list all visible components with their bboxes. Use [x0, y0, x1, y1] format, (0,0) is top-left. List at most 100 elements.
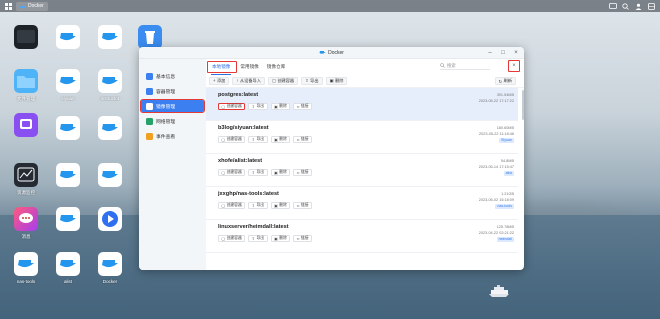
sidebar-item-events[interactable]: 事件查看 — [141, 130, 204, 142]
image-list: postgres:latest ▢ 创建容器 ⇧ 导出 ▣ 删除 ∞ 链接 391.54… — [206, 88, 518, 270]
desktop-app-docker-5[interactable] — [98, 25, 122, 49]
row-delete-button[interactable]: ▣ 删除 — [270, 169, 291, 176]
tab-common-images[interactable]: 常用镜像 — [239, 62, 259, 72]
desktop-app-instructor[interactable] — [98, 69, 122, 93]
row-delete-button[interactable]: ▣ 删除 — [270, 202, 291, 209]
taskbar-app-docker[interactable]: Docker — [16, 1, 48, 11]
search-input[interactable]: 搜索 — [440, 62, 490, 70]
row-delete-button[interactable]: ▣ 删除 — [270, 136, 291, 143]
row-link-button[interactable]: ∞ 链接 — [293, 202, 313, 209]
tab-image-registry[interactable]: 镜像仓库 — [266, 62, 286, 72]
image-name: xhofe/alist:latest — [218, 158, 263, 164]
row-link-button[interactable]: ∞ 链接 — [293, 103, 313, 110]
image-date: 2023-04-22 02:21:22 — [478, 231, 514, 235]
desktop-app-video[interactable] — [14, 113, 38, 137]
row-create-container-label: 创建容器 — [226, 137, 242, 141]
export-icon: ⇧ — [251, 171, 255, 175]
row-delete-button[interactable]: ▣ 删除 — [270, 235, 291, 242]
row-export-label: 导出 — [256, 104, 265, 108]
close-icon[interactable]: × — [508, 60, 520, 72]
desktop-app-docker-7[interactable] — [98, 163, 122, 187]
row-link-button[interactable]: ∞ 链接 — [293, 136, 313, 143]
top-taskbar: Docker — [0, 0, 660, 12]
desktop-app-files[interactable] — [14, 69, 38, 93]
row-delete-label: 删除 — [279, 170, 287, 174]
row-delete-button[interactable]: ▣ 删除 — [270, 103, 291, 110]
tab-local-images[interactable]: 本地镜像 — [211, 62, 232, 75]
maximize-icon[interactable]: □ — [499, 49, 507, 57]
export-icon: ⇧ — [251, 237, 255, 241]
row-create-container-button[interactable]: ▢ 创建容器 — [218, 136, 246, 143]
close-icon[interactable]: × — [512, 49, 520, 57]
table-row[interactable]: b3log/siyuan:latest ▢ 创建容器 ⇧ 导出 ▣ 删除 ∞ 链接 18… — [206, 121, 518, 154]
window-titlebar[interactable]: Docker – □ × — [139, 47, 524, 59]
desktop-label: nas-tools — [16, 279, 36, 284]
table-row[interactable]: postgres:latest ▢ 创建容器 ⇧ 导出 ▣ 删除 ∞ 链接 391.54… — [206, 88, 518, 121]
create-container-button[interactable]: ▢ 创建容器 — [267, 76, 299, 85]
window-title: Docker — [328, 49, 344, 56]
desktop-app-terminal[interactable] — [14, 25, 38, 49]
row-create-container-button[interactable]: ▢ 创建容器 — [218, 103, 246, 110]
desktop-app-monitor[interactable] — [14, 163, 38, 187]
desktop-app-player[interactable] — [98, 207, 122, 231]
row-export-button[interactable]: ⇧ 导出 — [248, 136, 268, 143]
search-icon[interactable] — [621, 2, 630, 11]
desktop-app-docker-2[interactable] — [56, 116, 80, 140]
desktop-app-docker[interactable] — [98, 252, 122, 276]
row-export-button[interactable]: ⇧ 导出 — [248, 235, 268, 242]
scrollbar-thumb[interactable] — [521, 90, 524, 120]
grid-icon[interactable] — [4, 2, 12, 10]
row-link-label: 链接 — [300, 236, 309, 240]
minimize-icon[interactable]: – — [486, 49, 494, 57]
add-button[interactable]: + 添加 — [209, 76, 230, 85]
table-row[interactable]: xhofe/alist:latest ▢ 创建容器 ⇧ 导出 ▣ 删除 ∞ 链接 54.… — [206, 154, 518, 187]
refresh-button[interactable]: ↻ 刷新 — [494, 77, 516, 85]
desktop-app-docker-6[interactable] — [98, 116, 122, 140]
import-button[interactable]: ↑ 从设备导入 — [232, 76, 265, 85]
row-create-container-button[interactable]: ▢ 创建容器 — [218, 169, 246, 176]
desktop-app-docker-1[interactable] — [56, 25, 80, 49]
row-create-container-button[interactable]: ▢ 创建容器 — [218, 202, 246, 209]
user-icon[interactable] — [634, 2, 643, 11]
desktop-app-docker-3[interactable] — [56, 163, 80, 187]
box-icon: ▢ — [221, 237, 226, 241]
desktop-label: 消息 — [21, 234, 31, 239]
sidebar-item-network[interactable]: 网络管理 — [141, 115, 204, 127]
row-link-button[interactable]: ∞ 链接 — [293, 235, 313, 242]
delete-button[interactable]: ▣ 删除 — [325, 76, 348, 85]
row-export-button[interactable]: ⇧ 导出 — [248, 103, 268, 110]
desktop-app-nas-tools[interactable] — [14, 252, 38, 276]
row-link-button[interactable]: ∞ 链接 — [293, 169, 313, 176]
sidebar-item-images[interactable]: 镜像管理 — [140, 99, 205, 113]
table-row[interactable]: linuxserver/heimdall:latest ▢ 创建容器 ⇧ 导出 ▣ 删… — [206, 220, 518, 253]
widget-icon[interactable] — [647, 2, 656, 11]
desktop-app-alist[interactable] — [56, 252, 80, 276]
row-export-button[interactable]: ⇧ 导出 — [248, 202, 268, 209]
row-create-container-button[interactable]: ▢ 创建容器 — [218, 235, 246, 242]
tab-bar: 本地镜像 常用镜像 镜像仓库 搜索 × — [206, 59, 524, 75]
scrollbar[interactable] — [521, 88, 524, 270]
desktop-app-trash[interactable] — [138, 25, 162, 49]
row-link-label: 链接 — [300, 104, 309, 108]
trash-icon: ▣ — [274, 237, 278, 241]
image-name: linuxserver/heimdall:latest — [218, 224, 289, 230]
chat-icon[interactable] — [608, 2, 617, 11]
row-delete-label: 删除 — [279, 137, 287, 141]
row-export-button[interactable]: ⇧ 导出 — [248, 169, 268, 176]
desktop-app-messages[interactable] — [14, 207, 38, 231]
row-export-label: 导出 — [256, 203, 265, 207]
box-icon: ▢ — [221, 171, 226, 175]
desktop-app-siyuan[interactable] — [56, 69, 80, 93]
trash-icon: ▣ — [329, 78, 334, 83]
trash-icon: ▣ — [274, 171, 278, 175]
desktop-app-docker-4[interactable] — [56, 207, 80, 231]
sidebar-item-containers[interactable]: 容器管理 — [141, 85, 204, 97]
row-create-container-label: 创建容器 — [226, 170, 242, 174]
row-link-label: 链接 — [300, 170, 309, 174]
export-button[interactable]: ⇧ 导出 — [301, 76, 323, 85]
image-date: 2023-05-22 17:17:22 — [478, 99, 514, 103]
docker-window: Docker – □ × 基本信息 容器管理 镜像管理 网络管理 事件查看 本地… — [139, 47, 524, 270]
sidebar-item-basic-info[interactable]: 基本信息 — [141, 70, 204, 82]
table-row[interactable]: jxxghp/nas-tools:latest ▢ 创建容器 ⇧ 导出 ▣ 删除 ∞ 链… — [206, 187, 518, 220]
desktop-label: siyuan — [61, 96, 75, 101]
